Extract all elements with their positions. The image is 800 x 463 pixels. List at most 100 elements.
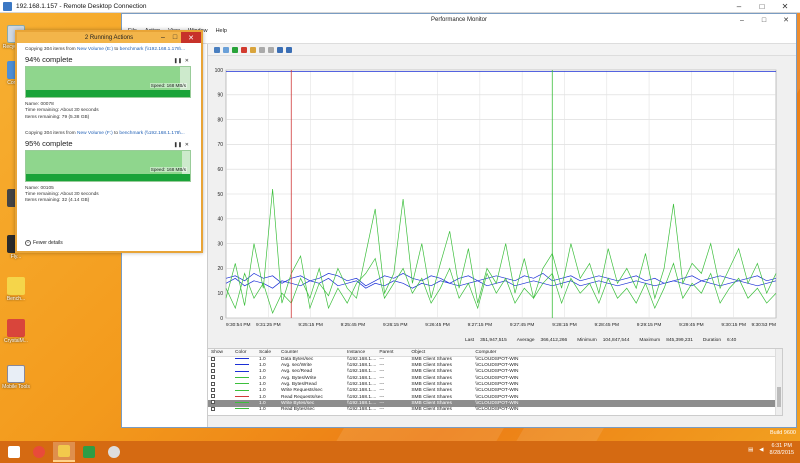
show-checkbox[interactable] xyxy=(211,368,215,373)
clock-date: 8/28/2015 xyxy=(769,450,794,456)
counter-list: Show Color Scale Counter Instance Parent… xyxy=(207,348,783,416)
speed-baseline xyxy=(26,90,190,97)
chrome-icon xyxy=(33,446,45,458)
show-checkbox[interactable] xyxy=(211,356,215,361)
source-link[interactable]: New Volume (F:) xyxy=(77,131,113,136)
show-checkbox[interactable] xyxy=(211,394,215,399)
windows-logo-icon xyxy=(8,446,20,458)
x-tick-label: 9:25:15 PM xyxy=(298,322,323,328)
copy-speed-graph: Speed: 168 MB/s xyxy=(25,66,191,98)
counter-parent-cell: --- xyxy=(379,407,385,413)
taskbar-explorer[interactable] xyxy=(53,442,75,462)
copy-controls: ❚❚ ✕ xyxy=(174,58,189,64)
taskbar-app[interactable] xyxy=(103,442,125,462)
start-button[interactable] xyxy=(3,442,25,462)
folder-icon xyxy=(58,445,70,457)
destination-link[interactable]: benchmark (\\192.168.1.178\... xyxy=(120,47,185,52)
color-swatch xyxy=(235,408,249,410)
counter-instance-cell: \\192.168.1.... xyxy=(344,400,377,407)
stat-last: 351,947,515 xyxy=(480,337,507,343)
color-swatch xyxy=(235,358,249,360)
y-tick-label: 10 xyxy=(217,291,223,297)
y-tick-label: 50 xyxy=(217,192,223,198)
cancel-icon[interactable]: ✕ xyxy=(185,58,189,64)
copy-description: Copying 304 items from New Volume (F:) t… xyxy=(25,130,185,136)
counter-table-header: Show Color Scale Counter Instance Parent… xyxy=(208,349,782,357)
destination-link[interactable]: benchmark (\\192.168.1.178\... xyxy=(119,131,184,136)
volume-icon[interactable]: ◀ xyxy=(759,447,763,453)
chevron-up-icon: ^ xyxy=(25,240,31,246)
minimize-icon[interactable]: – xyxy=(157,32,169,43)
color-swatch xyxy=(235,383,249,385)
counter-computer-cell: \\CLOUDSPOT-WIN xyxy=(475,407,519,413)
y-tick-label: 90 xyxy=(217,93,223,99)
show-checkbox[interactable] xyxy=(211,381,215,386)
clock[interactable]: 6:31 PM 8/28/2015 xyxy=(770,443,794,457)
color-swatch xyxy=(235,364,249,366)
show-checkbox[interactable] xyxy=(211,362,215,367)
copy-percent: 95% complete xyxy=(25,138,73,148)
column-show[interactable]: Show xyxy=(208,349,232,357)
color-swatch xyxy=(235,389,249,391)
counter-list-scrollbar[interactable] xyxy=(775,349,782,415)
column-color[interactable]: Color xyxy=(232,349,256,357)
copy-items-remaining: Items remaining: 32 (4.14 GB) xyxy=(25,198,90,204)
x-tick-label: 9:27:15 PM xyxy=(468,322,493,328)
copy-details: Name: 00078 Time remaining: About 30 sec… xyxy=(25,102,193,121)
color-swatch xyxy=(235,402,249,404)
x-tick-label: 9:30:15 PM xyxy=(721,322,746,328)
column-counter[interactable]: Counter xyxy=(278,349,344,357)
copy-operation: Copying 304 items from New Volume (F:) t… xyxy=(17,127,201,205)
pause-icon[interactable]: ❚❚ xyxy=(174,142,182,148)
source-link[interactable]: New Volume (E:) xyxy=(77,47,113,52)
close-icon[interactable]: ✕ xyxy=(181,32,201,43)
x-tick-label: 9:28:15 PM xyxy=(552,322,577,328)
counter-instance-cell: \\192.168.1.... xyxy=(347,357,377,362)
counter-rows: 1.0 Data Bytes/sec \\192.168.1.... --- SMB C… xyxy=(208,356,782,413)
x-tick-label: 9:31:25 PM xyxy=(256,322,281,328)
counter-show-cell[interactable] xyxy=(208,406,232,413)
network-icon[interactable]: ▤ xyxy=(748,447,753,453)
stat-duration: 6:40 xyxy=(727,337,737,343)
stats-bar: Last 351,947,515 Average 366,412,266 Min… xyxy=(465,337,737,343)
x-tick-label: 9:30:54 PM xyxy=(226,322,251,328)
cancel-icon[interactable]: ✕ xyxy=(185,142,189,148)
x-tick-label: 9:26:45 PM xyxy=(425,322,450,328)
counter-instance-cell: \\192.168.1.... xyxy=(347,407,377,413)
counter-instance-cell: \\192.168.1.... xyxy=(347,394,377,400)
column-object[interactable]: Object xyxy=(408,349,473,357)
app-icon xyxy=(83,446,95,458)
column-computer[interactable]: Computer xyxy=(472,349,782,357)
counter-scale-cell: 1.0 xyxy=(259,407,266,413)
show-checkbox[interactable] xyxy=(211,375,215,380)
y-tick-label: 0 xyxy=(220,316,223,322)
stat-minimum: 104,847,544 xyxy=(602,337,630,343)
y-tick-label: 70 xyxy=(217,142,223,148)
maximize-icon[interactable]: □ xyxy=(169,32,181,43)
stat-average: 366,412,266 xyxy=(540,337,568,343)
copy-details: Name: 00105 Time remaining: About 30 sec… xyxy=(25,186,193,205)
show-checkbox[interactable] xyxy=(211,406,215,411)
fewer-details-button[interactable]: ^ Fewer details xyxy=(25,240,63,246)
pause-icon[interactable]: ❚❚ xyxy=(174,58,182,64)
y-tick-label: 80 xyxy=(217,117,223,123)
y-tick-label: 60 xyxy=(217,167,223,173)
copy-operation: Copying 304 items from New Volume (E:) t… xyxy=(17,43,201,121)
show-checkbox[interactable] xyxy=(211,387,215,392)
column-parent[interactable]: Parent xyxy=(376,349,409,357)
color-swatch xyxy=(235,395,249,397)
clock-time: 6:31 PM xyxy=(771,443,792,449)
app-icon xyxy=(108,446,120,458)
taskbar-app[interactable] xyxy=(78,442,100,462)
scrollbar-thumb[interactable] xyxy=(777,387,781,407)
column-instance[interactable]: Instance xyxy=(344,349,377,357)
counter-instance-cell: \\192.168.1.... xyxy=(347,388,377,394)
column-scale[interactable]: Scale xyxy=(256,349,278,357)
x-tick-label: 9:28:45 PM xyxy=(594,322,619,328)
counter-object-cell: SMB Client Shares xyxy=(411,407,452,413)
taskbar-chrome[interactable] xyxy=(28,442,50,462)
x-tick-label: 9:27:45 PM xyxy=(510,322,535,328)
counter-row[interactable]: 1.0 Read Bytes/sec \\192.168.1.... --- SMB C… xyxy=(208,406,782,413)
show-checkbox[interactable] xyxy=(211,400,215,405)
copy-speed: Speed: 168 MB/s xyxy=(149,83,187,88)
